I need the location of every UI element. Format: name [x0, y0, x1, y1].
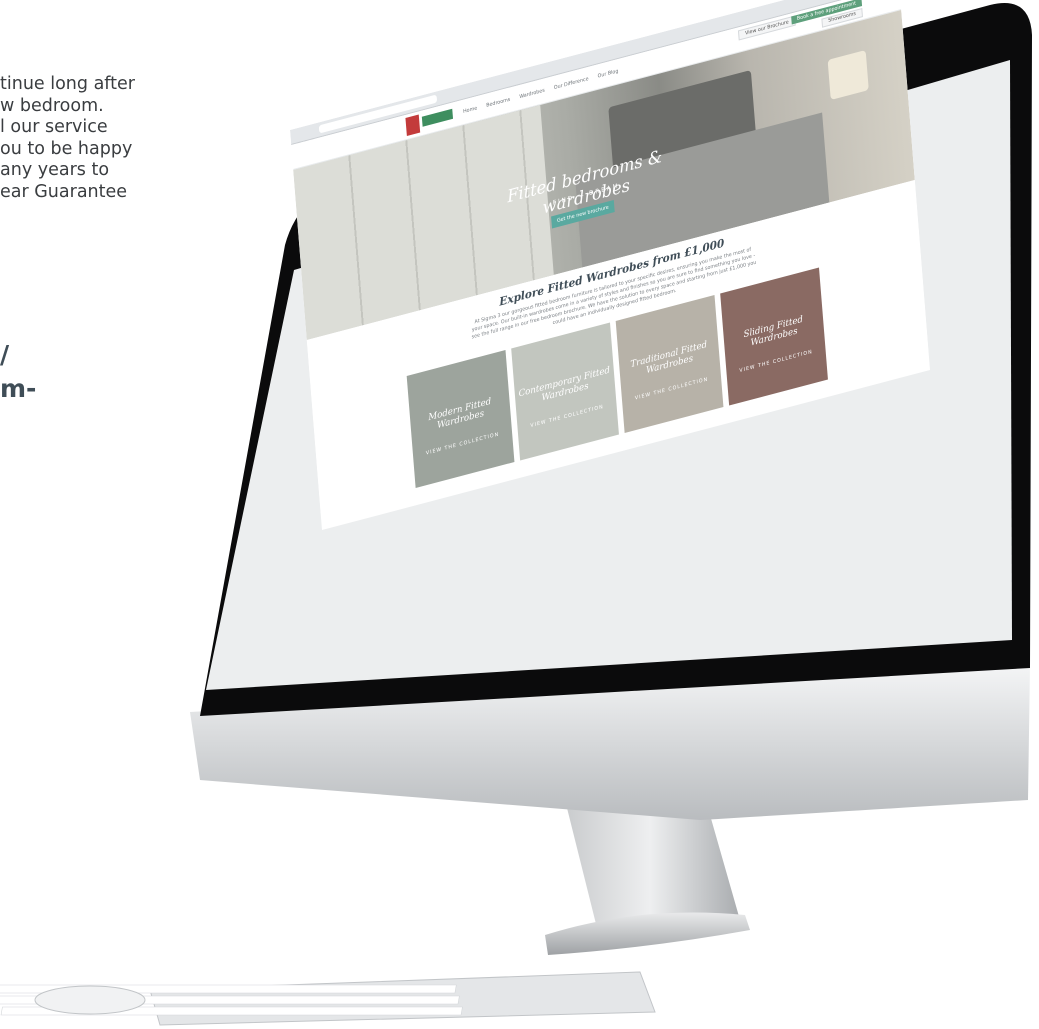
- nav-our-difference[interactable]: Our Difference: [554, 76, 589, 91]
- tile-sliding[interactable]: Sliding Fitted Wardrobes VIEW THE COLLEC…: [720, 267, 828, 406]
- tile-modern[interactable]: Modern Fitted Wardrobes VIEW THE COLLECT…: [406, 350, 515, 488]
- stand-foot: [545, 912, 750, 955]
- nav-wardrobes[interactable]: Wardrobes: [519, 88, 545, 101]
- nav-blog[interactable]: Our Blog: [597, 68, 618, 79]
- mouse: [34, 985, 146, 1015]
- nav-home[interactable]: Home: [463, 105, 478, 115]
- hero-lamp-image: [827, 50, 869, 100]
- tile-traditional[interactable]: Traditional Fitted Wardrobes VIEW THE CO…: [615, 295, 724, 433]
- brand-logo[interactable]: [405, 114, 421, 136]
- nav-bedrooms[interactable]: Bedrooms: [486, 97, 510, 109]
- partner-badge: [421, 108, 454, 127]
- tile-contemporary[interactable]: Contemporary Fitted Wardrobes VIEW THE C…: [511, 322, 619, 461]
